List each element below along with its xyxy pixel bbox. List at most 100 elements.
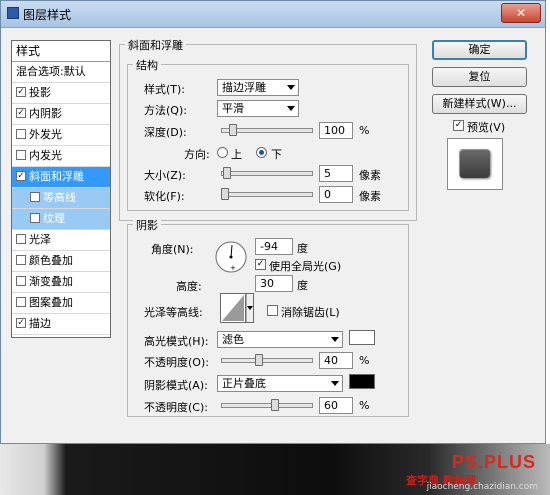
soften-input[interactable]: 0	[319, 186, 353, 203]
style-label: 样式(T):	[144, 83, 186, 96]
styles-item-label: 描边	[29, 317, 51, 330]
direction-down-radio[interactable]	[256, 147, 267, 158]
styles-item-label: 等高线	[43, 191, 76, 204]
highlight-mode-value: 滤色	[222, 333, 244, 346]
styles-item-label: 渐变叠加	[29, 275, 73, 288]
shadow-opacity-slider-thumb[interactable]	[271, 399, 280, 411]
styles-item[interactable]: 颜色叠加	[12, 251, 110, 272]
shadow-opacity-input[interactable]: 60	[319, 397, 353, 414]
styles-item-checkbox[interactable]	[16, 129, 26, 139]
global-light-label: 使用全局光(G)	[269, 260, 342, 273]
new-style-button[interactable]: 新建样式(W)...	[432, 94, 527, 114]
highlight-opacity-input[interactable]: 40	[319, 352, 353, 369]
styles-header[interactable]: 样式	[12, 41, 110, 62]
soften-slider-track[interactable]	[221, 192, 313, 197]
layer-style-dialog: 图层样式 ✕ 样式 混合选项:默认 ✓ 投影 ✓ 内阴影 外发光 内发光 ✓ 斜面和浮雕 等高线纹…	[0, 0, 546, 444]
site-watermark: PS.PLUS 查字典 教程网 jiaocheng.chazidian.com	[402, 452, 542, 492]
styles-item[interactable]: 内发光	[12, 146, 110, 167]
altitude-unit: 度	[297, 279, 308, 292]
ok-button[interactable]: 确定	[432, 40, 527, 60]
global-light-checkbox[interactable]: ✓	[255, 259, 266, 270]
highlight-mode-dropdown[interactable]: 滤色	[217, 331, 343, 348]
app-icon	[7, 7, 19, 19]
size-input[interactable]: 5	[319, 165, 353, 182]
anti-alias-checkbox[interactable]	[267, 305, 278, 316]
styles-item[interactable]: ✓ 内阴影	[12, 104, 110, 125]
depth-unit: %	[359, 124, 370, 137]
highlight-opacity-slider-track[interactable]	[221, 358, 313, 363]
reset-button[interactable]: 复位	[432, 67, 527, 87]
angle-dial[interactable]: +	[215, 241, 247, 273]
highlight-opacity-slider-thumb[interactable]	[254, 354, 263, 366]
shadow-opacity-slider-track[interactable]	[221, 403, 313, 408]
styles-item-label: 混合选项:默认	[16, 65, 86, 78]
soften-label: 软化(F):	[144, 190, 185, 203]
styles-item-checkbox[interactable]: ✓	[16, 171, 26, 181]
highlight-color-swatch[interactable]	[349, 330, 375, 345]
title-bar[interactable]: 图层样式 ✕	[1, 1, 545, 28]
styles-item[interactable]: 等高线	[12, 188, 110, 209]
gloss-contour-picker[interactable]	[220, 293, 254, 323]
style-dropdown-value: 描边浮雕	[222, 81, 266, 94]
style-dropdown[interactable]: 描边浮雕	[217, 79, 299, 96]
styles-item-label: 投影	[29, 86, 51, 99]
styles-item[interactable]: 光泽	[12, 230, 110, 251]
shadow-mode-value: 正片叠底	[222, 377, 266, 390]
watermark-brand: PS.PLUS	[451, 452, 536, 472]
angle-dial-icon: +	[215, 241, 247, 273]
shadow-opacity-unit: %	[359, 399, 370, 412]
watermark-url: jiaocheng.chazidian.com	[426, 482, 538, 492]
bevel-section-title: 斜面和浮雕	[125, 37, 186, 53]
shadow-mode-label: 阴影模式(A):	[144, 379, 208, 392]
size-slider-track[interactable]	[221, 171, 313, 176]
shadow-color-swatch[interactable]	[349, 374, 375, 389]
structure-title: 结构	[133, 57, 161, 73]
styles-item-label: 图案叠加	[29, 296, 73, 309]
soften-slider-thumb[interactable]	[221, 188, 229, 200]
styles-item[interactable]: 纹理	[12, 209, 110, 230]
depth-slider-thumb[interactable]	[229, 124, 238, 136]
depth-label: 深度(D):	[144, 126, 187, 139]
styles-item[interactable]: ✓ 斜面和浮雕	[12, 167, 110, 188]
direction-up-radio[interactable]	[217, 147, 228, 158]
styles-item-checkbox[interactable]	[30, 213, 40, 223]
gloss-contour-label: 光泽等高线:	[144, 306, 203, 319]
chevron-down-icon	[331, 337, 339, 342]
styles-item-checkbox[interactable]: ✓	[16, 87, 26, 97]
styles-item-checkbox[interactable]	[16, 255, 26, 265]
window-title: 图层样式	[23, 8, 72, 22]
direction-label: 方向:	[184, 148, 210, 161]
styles-item-checkbox[interactable]	[30, 192, 40, 202]
styles-item-checkbox[interactable]: ✓	[16, 108, 26, 118]
styles-item-label: 内发光	[29, 149, 62, 162]
shading-title: 阴影	[133, 217, 161, 233]
styles-item-checkbox[interactable]	[16, 234, 26, 244]
styles-item[interactable]: ✓ 投影	[12, 83, 110, 104]
size-unit: 像素	[359, 169, 381, 182]
angle-input[interactable]: -94	[255, 238, 293, 255]
styles-item-label: 纹理	[43, 212, 65, 225]
styles-item[interactable]: 渐变叠加	[12, 272, 110, 293]
depth-input[interactable]: 100	[319, 122, 353, 139]
styles-item[interactable]: 外发光	[12, 125, 110, 146]
styles-item[interactable]: 混合选项:默认	[12, 62, 110, 83]
styles-item-checkbox[interactable]	[16, 276, 26, 286]
styles-item-label: 内阴影	[29, 107, 62, 120]
size-slider-thumb[interactable]	[222, 167, 231, 179]
shadow-opacity-label: 不透明度(C):	[144, 401, 208, 414]
styles-item[interactable]: ✓ 描边	[12, 314, 110, 335]
close-button[interactable]: ✕	[501, 3, 541, 23]
styles-item-checkbox[interactable]	[16, 150, 26, 160]
direction-up-label: 上	[231, 148, 242, 161]
shadow-mode-dropdown[interactable]: 正片叠底	[217, 375, 343, 392]
styles-item-checkbox[interactable]: ✓	[16, 318, 26, 328]
styles-item-checkbox[interactable]	[16, 297, 26, 307]
altitude-input[interactable]: 30	[255, 275, 293, 292]
styles-item[interactable]: 图案叠加	[12, 293, 110, 314]
technique-dropdown[interactable]: 平滑	[217, 100, 299, 117]
preview-checkbox[interactable]: ✓	[453, 120, 464, 131]
preview-swatch	[459, 149, 490, 178]
styles-item-label: 光泽	[29, 233, 51, 246]
size-label: 大小(Z):	[144, 169, 186, 182]
chevron-down-icon	[287, 106, 295, 111]
